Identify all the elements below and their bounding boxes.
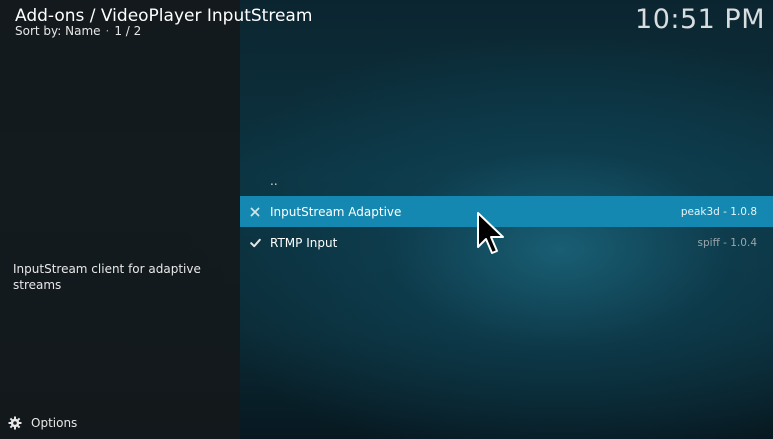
options-button[interactable]: Options	[8, 414, 77, 432]
addon-list: .. InputStream Adaptive peak3d - 1.0.8 R…	[240, 166, 773, 258]
addon-description: InputStream client for adaptive streams	[13, 262, 201, 292]
list-item-meta: spiff - 1.0.4	[697, 236, 757, 249]
list-item-inputstream-adaptive[interactable]: InputStream Adaptive peak3d - 1.0.8	[240, 196, 773, 227]
gear-icon	[8, 416, 22, 430]
page-title: Add-ons / VideoPlayer InputStream	[15, 6, 313, 26]
sort-separator: ·	[105, 24, 110, 38]
list-item-name: InputStream Adaptive	[270, 204, 402, 219]
options-label: Options	[31, 416, 78, 430]
parent-folder-label: ..	[270, 174, 278, 188]
sort-info: Sort by: Name · 1 / 2	[15, 24, 141, 38]
x-icon	[240, 207, 270, 217]
clock: 10:51 PM	[635, 4, 765, 35]
list-item-meta: peak3d - 1.0.8	[680, 205, 757, 218]
page-indicator: 1 / 2	[114, 24, 142, 38]
addon-browser-screen: Add-ons / VideoPlayer InputStream Sort b…	[0, 0, 773, 439]
sort-by-label[interactable]: Sort by: Name	[15, 24, 101, 38]
list-item-name: RTMP Input	[270, 235, 338, 250]
list-item-rtmp-input[interactable]: RTMP Input spiff - 1.0.4	[240, 227, 773, 258]
details-panel	[0, 0, 240, 439]
check-icon	[240, 238, 270, 248]
list-item-parent[interactable]: ..	[240, 166, 773, 196]
